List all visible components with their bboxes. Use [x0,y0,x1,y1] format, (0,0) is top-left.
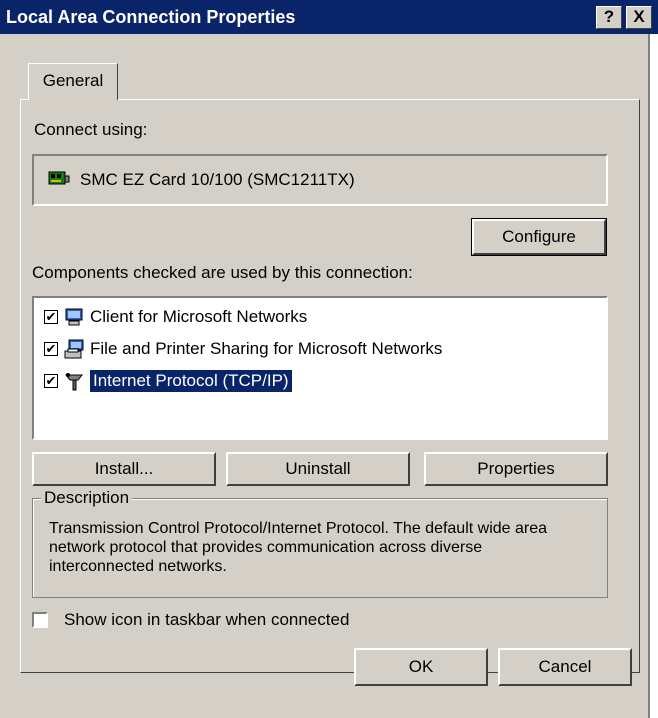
network-client-icon [64,307,84,327]
adapter-field: SMC EZ Card 10/100 (SMC1211TX) [32,154,608,206]
description-text: Transmission Control Protocol/Internet P… [49,520,548,575]
checkbox-file-sharing[interactable]: ✔ [44,342,58,356]
list-item-label: Client for Microsoft Networks [90,307,308,326]
description-group: Description Transmission Control Protoco… [32,488,608,598]
title-bar[interactable]: Local Area Connection Properties ? X [0,0,658,34]
components-list[interactable]: ✔ Client for Microsoft Networks ✔ File a… [32,296,608,440]
list-item[interactable]: ✔ File and Printer Sharing for Microsoft… [44,336,442,362]
ok-button[interactable]: OK [354,648,488,686]
description-title: Description [41,488,133,508]
list-item[interactable]: ✔ Client for Microsoft Networks [44,304,307,330]
close-button[interactable]: X [626,6,652,29]
checkbox-tcpip[interactable]: ✔ [44,374,58,388]
install-button[interactable]: Install... [32,452,216,486]
checkbox-client[interactable]: ✔ [44,310,58,324]
show-icon-label: Show icon in taskbar when connected [64,610,350,629]
tab-general[interactable]: General [28,63,118,100]
adapter-name: SMC EZ Card 10/100 (SMC1211TX) [80,170,355,189]
list-item-label: Internet Protocol (TCP/IP) [90,370,292,392]
configure-button[interactable]: Configure [471,218,607,256]
list-item-label: File and Printer Sharing for Microsoft N… [90,339,443,358]
connect-using-label: Connect using: [34,120,148,139]
cancel-button[interactable]: Cancel [498,648,632,686]
window-title: Local Area Connection Properties [6,7,296,27]
dialog-body: General Connect using: SMC EZ Card 10/10… [0,34,650,718]
list-item[interactable]: ✔ Internet Protocol (TCP/IP) [44,368,292,394]
components-label: Components checked are used by this conn… [32,263,413,282]
protocol-icon [64,371,84,391]
uninstall-button[interactable]: Uninstall [226,452,410,486]
properties-button[interactable]: Properties [424,452,608,486]
help-button[interactable]: ? [596,6,622,29]
show-icon-checkbox[interactable] [32,612,48,628]
network-card-icon [48,170,70,193]
file-printer-sharing-icon [64,339,84,359]
